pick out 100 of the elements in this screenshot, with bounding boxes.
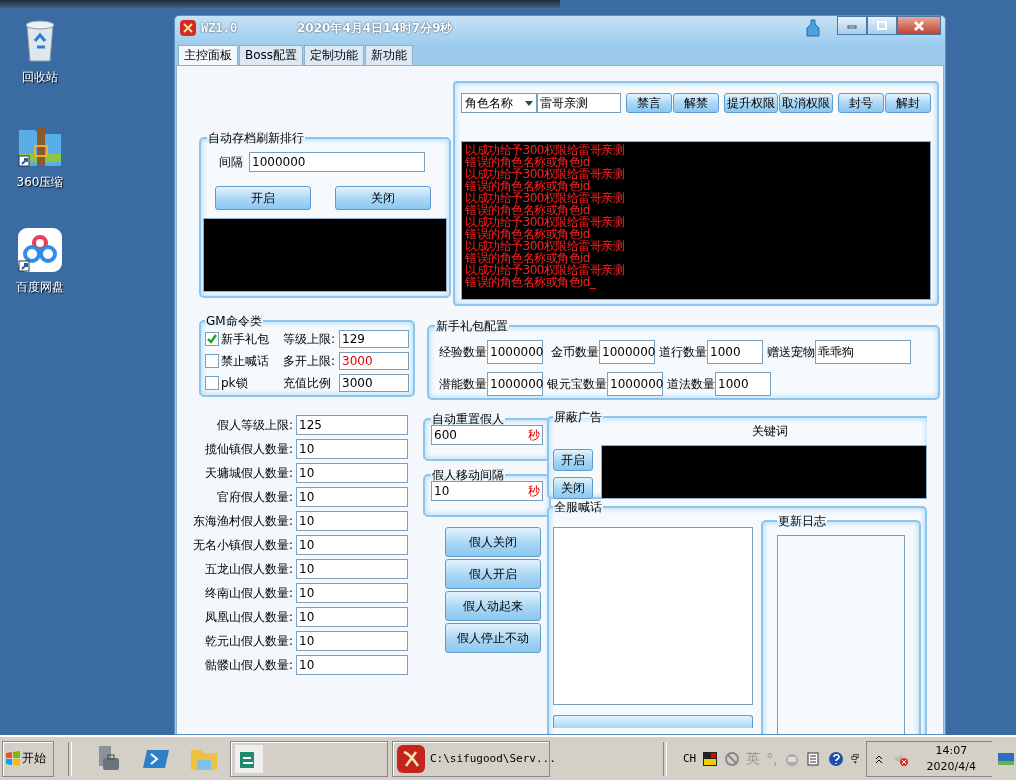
log-line: 错误的角色名称或角色id	[465, 180, 590, 192]
input-field[interactable]: 129	[339, 330, 409, 348]
button[interactable]: 假人开启	[445, 559, 541, 589]
language-indicator[interactable]: CH	[682, 752, 697, 765]
field-label: 乾元山假人数量:	[204, 632, 293, 650]
button[interactable]: 封号	[838, 93, 884, 113]
log-line: 以成功给予300权限给雷哥亲测	[465, 192, 626, 204]
input-field[interactable]: 1000	[707, 340, 763, 364]
log-line: 错误的角色名称或角色id	[465, 204, 590, 216]
button[interactable]: 提升权限	[724, 93, 778, 113]
button[interactable]: 取消权限	[779, 93, 833, 113]
field-label: 五龙山假人数量:	[204, 560, 293, 578]
button[interactable]: 假人停止不动	[445, 623, 541, 653]
field-label: 骷髅山假人数量:	[204, 656, 293, 674]
input-field[interactable]: 3000	[339, 374, 409, 392]
desktop-icon-label[interactable]: 360压缩	[16, 174, 64, 191]
log-line: 错误的角色名称或角色id	[465, 228, 590, 240]
input-field[interactable]: 1000	[715, 372, 771, 396]
checkbox-label: 禁止喊话	[221, 352, 269, 370]
field-label: 东海渔村假人数量:	[192, 512, 293, 530]
field-label: 充值比例	[283, 374, 332, 392]
desktop-icon-label[interactable]: 百度网盘	[16, 279, 64, 296]
input-field[interactable]: 1000000	[487, 340, 543, 364]
name-field[interactable]: 雷哥亲测	[537, 93, 621, 113]
field-label: 终南山假人数量:	[204, 584, 293, 602]
field-label: 无名小镇假人数量:	[192, 536, 293, 554]
group-title: GM命令类	[205, 315, 263, 327]
field-label: 赠送宠物	[767, 343, 815, 361]
button[interactable]: 开启	[215, 186, 311, 210]
checkbox-label: pk锁	[221, 374, 248, 392]
field-label: 揽仙镇假人数量:	[204, 440, 293, 458]
field-label: 假人等级上限:	[216, 416, 293, 434]
input-field[interactable]: 10	[296, 463, 408, 483]
clock-date[interactable]: 2020/4/4	[926, 758, 976, 775]
log-line: 以成功给予300权限给雷哥亲测	[465, 168, 626, 180]
log-line: 错误的角色名称或角色id_	[465, 276, 596, 288]
start-button[interactable]: 开始	[2, 740, 54, 777]
input-field[interactable]: 10	[296, 607, 408, 627]
button[interactable]: 关闭	[335, 186, 431, 210]
group-title: 自动存档刷新排行	[207, 132, 305, 144]
button[interactable]: 假人动起来	[445, 591, 541, 621]
log-line: 错误的角色名称或角色id	[465, 156, 590, 168]
column-header: 关键词	[751, 423, 789, 440]
input-field[interactable]: 1000000	[249, 152, 425, 172]
log-line: 错误的角色名称或角色id	[465, 252, 590, 264]
button[interactable]: 开启	[553, 449, 593, 471]
input-field[interactable]: 3000	[339, 352, 409, 370]
input-field[interactable]: 10	[296, 655, 408, 675]
input-field[interactable]: 10 秒	[431, 481, 543, 501]
group-title: 屏蔽广告	[553, 411, 603, 423]
group-title: 更新日志	[777, 515, 827, 527]
dropdown[interactable]: 角色名称	[461, 93, 537, 113]
field-label: 经验数量	[439, 343, 487, 361]
input-field[interactable]: 乖乖狗	[815, 340, 911, 364]
group-title: 自动重置假人	[431, 413, 505, 425]
input-field[interactable]: 125	[296, 415, 408, 435]
input-field[interactable]: 10	[296, 511, 408, 531]
input-field[interactable]: 10	[296, 487, 408, 507]
log-line: 以成功给予300权限给雷哥亲测	[465, 264, 626, 276]
field-label: 银元宝数量	[547, 375, 607, 393]
button[interactable]: 解禁	[673, 93, 719, 113]
unit-label: 秒	[528, 427, 540, 444]
window-clock: 2020年4月4日14时7分9秒	[297, 19, 454, 37]
button[interactable]: 解封	[885, 93, 931, 113]
button[interactable]: 假人关闭	[445, 527, 541, 557]
field-label: 潜能数量	[439, 375, 487, 393]
log-line: 以成功给予300权限给雷哥亲测	[465, 144, 626, 156]
tab[interactable]: Boss配置	[239, 45, 304, 65]
tab[interactable]: 新功能	[365, 45, 414, 65]
desktop-icon-label[interactable]: 回收站	[22, 69, 58, 86]
field-label: 凤凰山假人数量:	[204, 608, 293, 626]
log-line: 以成功给予300权限给雷哥亲测	[465, 240, 626, 252]
input-field[interactable]: 1000000	[607, 372, 663, 396]
input-field[interactable]: 1000000	[599, 340, 655, 364]
group-title: 全服喊话	[553, 501, 603, 513]
field-label: 道行数量	[659, 343, 707, 361]
window-title: WZ1.0	[201, 21, 239, 35]
tab[interactable]: 定制功能	[304, 45, 365, 65]
clock-time[interactable]: 14:07	[935, 742, 968, 759]
checkbox-label: 新手礼包	[221, 330, 269, 348]
group-title: 新手礼包配置	[435, 320, 509, 332]
field-label: 等级上限:	[283, 330, 337, 348]
input-field[interactable]: 10	[296, 535, 408, 555]
input-field[interactable]: 10	[296, 583, 408, 603]
input-field[interactable]: 10	[296, 439, 408, 459]
tab[interactable]: 主控面板	[178, 45, 238, 67]
input-field[interactable]: 1000000	[487, 372, 543, 396]
input-field[interactable]: 600 秒	[431, 425, 543, 445]
field-label: 道法数量	[667, 375, 715, 393]
field-label: 间隔	[219, 153, 243, 171]
group-title: 假人移动间隔	[431, 469, 505, 481]
input-field[interactable]: 10	[296, 559, 408, 579]
field-label: 官府假人数量:	[216, 488, 293, 506]
field-label: 多开上限:	[283, 352, 337, 370]
input-field[interactable]: 10	[296, 631, 408, 651]
field-label: 天墉城假人数量:	[204, 464, 293, 482]
field-label: 金币数量	[551, 343, 599, 361]
button[interactable]: 关闭	[553, 477, 593, 499]
unit-label: 秒	[528, 483, 540, 500]
button[interactable]: 禁言	[626, 93, 672, 113]
